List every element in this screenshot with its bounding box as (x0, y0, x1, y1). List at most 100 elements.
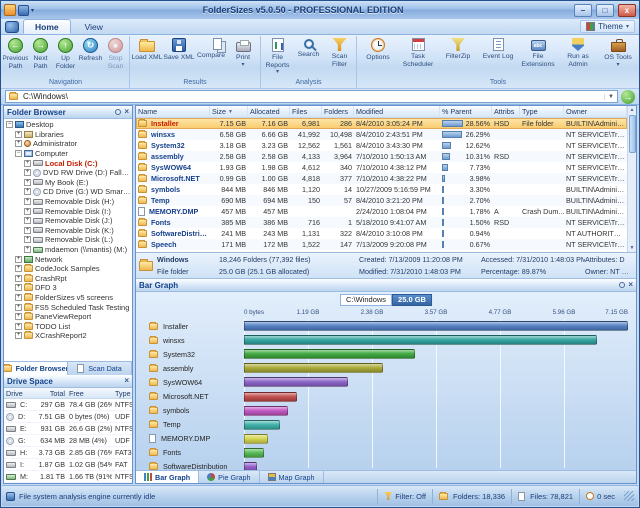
file-row-memory-dmp[interactable]: MEMORY.DMP457 MB457 MB2/24/2010 1:08:04 … (136, 206, 627, 217)
scroll-thumb[interactable] (629, 115, 636, 153)
tree-item-desktop[interactable]: −Desktop (4, 120, 132, 130)
tree-item-removable-disk-j[interactable]: +Removable Disk (J:) (4, 216, 132, 226)
scroll-down-icon[interactable]: ▼ (630, 244, 635, 252)
column-header-drive[interactable]: Drive (4, 389, 31, 398)
tree-item-foldersizes-v5-screens[interactable]: +FolderSizes v5 screens (4, 293, 132, 303)
quick-access-dropdown-icon[interactable]: ▾ (31, 7, 34, 14)
file-row-microsoft-net[interactable]: Microsoft.NET0.99 GB1.00 GB4,8183777/10/… (136, 173, 627, 184)
expander-icon[interactable]: + (24, 236, 31, 243)
compare-button[interactable]: Compare (195, 36, 227, 78)
expander-icon[interactable]: + (24, 188, 31, 195)
scroll-up-icon[interactable]: ▲ (630, 106, 635, 114)
expander-icon[interactable]: − (6, 121, 13, 128)
tree-item-libraries[interactable]: +Libraries (4, 130, 132, 140)
next-path-button[interactable]: Next Path (28, 36, 53, 78)
maximize-button[interactable]: □ (596, 4, 614, 17)
app-menu-button[interactable] (5, 21, 19, 33)
file-row-system32[interactable]: System323.18 GB3.23 GB12,5621,5618/4/201… (136, 140, 627, 151)
resize-grip[interactable] (624, 491, 634, 501)
drive-row-m[interactable]: M:1.81 TB1.66 TB (91%)NTFS (4, 471, 132, 483)
tab-map-graph[interactable]: Map Graph (260, 471, 324, 483)
scan-filter-button[interactable]: Scan Filter (324, 36, 355, 78)
drive-row-d[interactable]: D:7.51 GB0 bytes (0%)UDF (4, 411, 132, 423)
drive-row-c[interactable]: C:297 GB78.4 GB (26%)NTFS (4, 399, 132, 411)
column-header-folders[interactable]: Folders (322, 106, 354, 117)
go-button[interactable]: → (621, 90, 635, 104)
tree-item-fs5-scheduled-task-testing[interactable]: +FS5 Scheduled Task Testing (4, 302, 132, 312)
expander-icon[interactable]: + (24, 160, 31, 167)
theme-button[interactable]: Theme ▾ (580, 20, 635, 33)
run-as-admin-button[interactable]: Run as Admin (558, 36, 598, 78)
tree-item-removable-disk-i[interactable]: +Removable Disk (I:) (4, 206, 132, 216)
expander-icon[interactable]: + (15, 313, 22, 320)
expander-icon[interactable]: + (15, 332, 22, 339)
column-header-attribs[interactable]: Attribs (492, 106, 520, 117)
tree-item-dvd-rw-drive-d-fallout-3[interactable]: +DVD RW Drive (D:) Fallout 3 (4, 168, 132, 178)
save-xml-button[interactable]: Save XML (163, 36, 195, 78)
drive-row-e[interactable]: E:931 GB26.6 GB (2%)NTFS (4, 423, 132, 435)
minimize-button[interactable]: – (574, 4, 592, 17)
tab-scan-data[interactable]: Scan Data (68, 362, 132, 375)
expander-icon[interactable]: + (15, 256, 22, 263)
tree-item-todo-list[interactable]: +TODO List (4, 321, 132, 331)
tree-item-crashrpt[interactable]: +CrashRpt (4, 274, 132, 284)
print-button[interactable]: Print▾ (227, 36, 259, 78)
expander-icon[interactable]: + (15, 294, 22, 301)
expander-icon[interactable]: + (15, 131, 22, 138)
tree-item-network[interactable]: +Network (4, 254, 132, 264)
stop-scan-button[interactable]: Stop Scan (103, 36, 128, 78)
tree-item-mdaemon-mantis-m[interactable]: +mdaemon (\\mantis) (M:) (4, 245, 132, 255)
expander-icon[interactable]: + (24, 227, 31, 234)
file-row-speech[interactable]: Speech171 MB172 MB1,5221477/13/2009 9:20… (136, 239, 627, 250)
app-icon[interactable] (4, 4, 16, 16)
os-tools-button[interactable]: OS Tools▾ (598, 36, 638, 78)
close-icon[interactable]: × (124, 108, 129, 116)
tree-item-removable-disk-k[interactable]: +Removable Disk (K:) (4, 226, 132, 236)
task-scheduler-button[interactable]: Task Scheduler (398, 36, 438, 78)
expander-icon[interactable]: + (24, 208, 31, 215)
expander-icon[interactable]: + (24, 217, 31, 224)
pin-icon[interactable] (115, 109, 121, 115)
file-extensions-button[interactable]: File Extensions (518, 36, 558, 78)
column-header-files[interactable]: Files (290, 106, 322, 117)
column-header-type[interactable]: Type (520, 106, 564, 117)
options-button[interactable]: Options (358, 36, 398, 78)
column-header-allocated[interactable]: Allocated (248, 106, 290, 117)
filterzip-button[interactable]: FilterZip (438, 36, 478, 78)
column-header-type[interactable]: Type (112, 389, 132, 398)
tree-item-local-disk-c[interactable]: +Local Disk (C:) (4, 158, 132, 168)
quick-access-icon[interactable] (18, 5, 29, 16)
chart-selected-path[interactable]: C:\Windows 25.0 GB (340, 294, 432, 306)
up-folder-button[interactable]: Up Folder (53, 36, 78, 78)
tree-item-my-book-e[interactable]: +My Book (E:) (4, 178, 132, 188)
event-log-button[interactable]: Event Log (478, 36, 518, 78)
column-header-modified[interactable]: Modified (354, 106, 440, 117)
expander-icon[interactable]: + (15, 323, 22, 330)
column-header-parent[interactable]: % Parent (440, 106, 492, 117)
status-filter[interactable]: Filter: Off (377, 489, 432, 504)
expander-icon[interactable]: − (15, 150, 22, 157)
column-header-name[interactable]: Name (136, 106, 210, 117)
search-button[interactable]: Search (293, 36, 324, 78)
column-header-size[interactable]: Size▼ (210, 106, 248, 117)
expander-icon[interactable]: + (24, 169, 31, 176)
close-icon[interactable]: × (124, 377, 129, 385)
tree-item-xcrashreport2[interactable]: +XCrashReport2 (4, 331, 132, 341)
close-icon[interactable]: × (628, 281, 633, 289)
tree-item-cd-drive-g-wd-smartware[interactable]: +CD Drive (G:) WD SmartWare (4, 187, 132, 197)
address-field[interactable]: C:\Windows\ ▼ (5, 90, 618, 103)
file-row-assembly[interactable]: assembly2.58 GB2.58 GB4,1333,9647/10/201… (136, 151, 627, 162)
tree-item-dfd-3[interactable]: +DFD 3 (4, 283, 132, 293)
file-row-symbols[interactable]: symbols844 MB846 MB1,1201410/27/2009 5:1… (136, 184, 627, 195)
previous-path-button[interactable]: Previous Path (3, 36, 28, 78)
address-dropdown-icon[interactable]: ▼ (604, 94, 614, 100)
drive-row-i[interactable]: I:1.87 GB1.02 GB (54%)FAT (4, 459, 132, 471)
column-header-free[interactable]: Free (65, 389, 112, 398)
file-list-scrollbar[interactable]: ▲ ▼ (627, 106, 636, 252)
column-header-total[interactable]: Total (31, 389, 65, 398)
expander-icon[interactable]: + (15, 140, 22, 147)
tree-item-removable-disk-h[interactable]: +Removable Disk (H:) (4, 197, 132, 207)
tree-item-codejock-samples[interactable]: +CodeJock Samples (4, 264, 132, 274)
expander-icon[interactable]: + (15, 265, 22, 272)
expander-icon[interactable]: + (15, 275, 22, 282)
